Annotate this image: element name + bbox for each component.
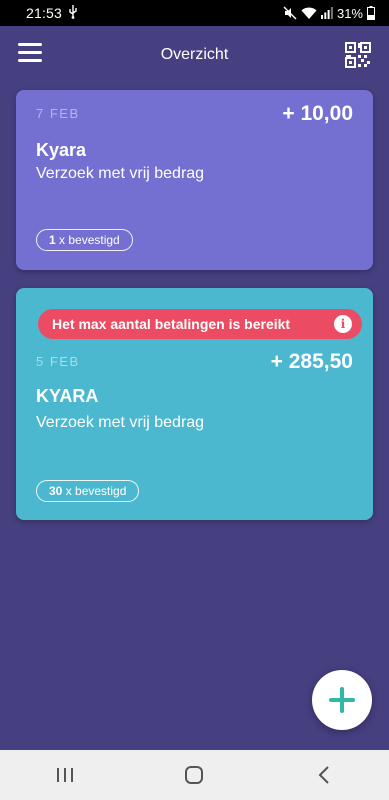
back-icon[interactable] — [304, 760, 344, 790]
confirmed-count: 30 — [49, 484, 63, 498]
page-title: Overzicht — [160, 46, 229, 63]
signal-icon — [320, 7, 333, 19]
payment-request-card[interactable]: Het max aantal betalingen is bereikt i 5… — [16, 288, 373, 520]
recent-apps-icon[interactable] — [45, 760, 85, 790]
usb-icon — [68, 4, 78, 22]
card-name: KYARA — [36, 386, 99, 406]
status-icons: 31% — [283, 6, 375, 21]
battery-text: 31% — [336, 5, 363, 21]
app-bar: Overzicht — [0, 26, 389, 84]
qr-code-icon[interactable] — [345, 42, 371, 68]
battery-icon — [367, 6, 375, 20]
wifi-icon — [301, 7, 317, 20]
card-amount: + 10,00 — [282, 102, 353, 125]
confirmed-count: 1 — [49, 233, 56, 247]
system-nav-bar — [0, 750, 389, 800]
hamburger-icon[interactable] — [18, 43, 42, 65]
confirmed-label: x bevestigd — [65, 484, 127, 498]
home-icon[interactable] — [174, 760, 214, 790]
card-description: Verzoek met vrij bedrag — [36, 414, 205, 431]
mute-icon — [283, 6, 297, 20]
status-bar: 21:53 31% — [0, 0, 389, 26]
confirmed-badge: 1 x bevestigd — [36, 229, 133, 251]
card-date: 7 FEB — [36, 106, 80, 121]
status-time: 21:53 — [26, 5, 63, 21]
payment-request-card[interactable]: 7 FEB + 10,00 Kyara Verzoek met vrij bed… — [16, 90, 373, 270]
info-icon[interactable]: i — [334, 315, 352, 333]
card-date: 5 FEB — [36, 354, 80, 369]
max-payments-alert[interactable]: Het max aantal betalingen is bereikt i — [38, 309, 362, 339]
alert-text: Het max aantal betalingen is bereikt — [52, 316, 291, 332]
confirmed-badge: 30 x bevestigd — [36, 480, 140, 502]
add-request-button[interactable] — [312, 670, 372, 730]
card-description: Verzoek met vrij bedrag — [36, 165, 205, 182]
card-name: Kyara — [36, 140, 87, 160]
confirmed-label: x bevestigd — [59, 233, 120, 247]
plus-icon — [329, 687, 355, 713]
card-amount: + 285,50 — [270, 350, 353, 373]
